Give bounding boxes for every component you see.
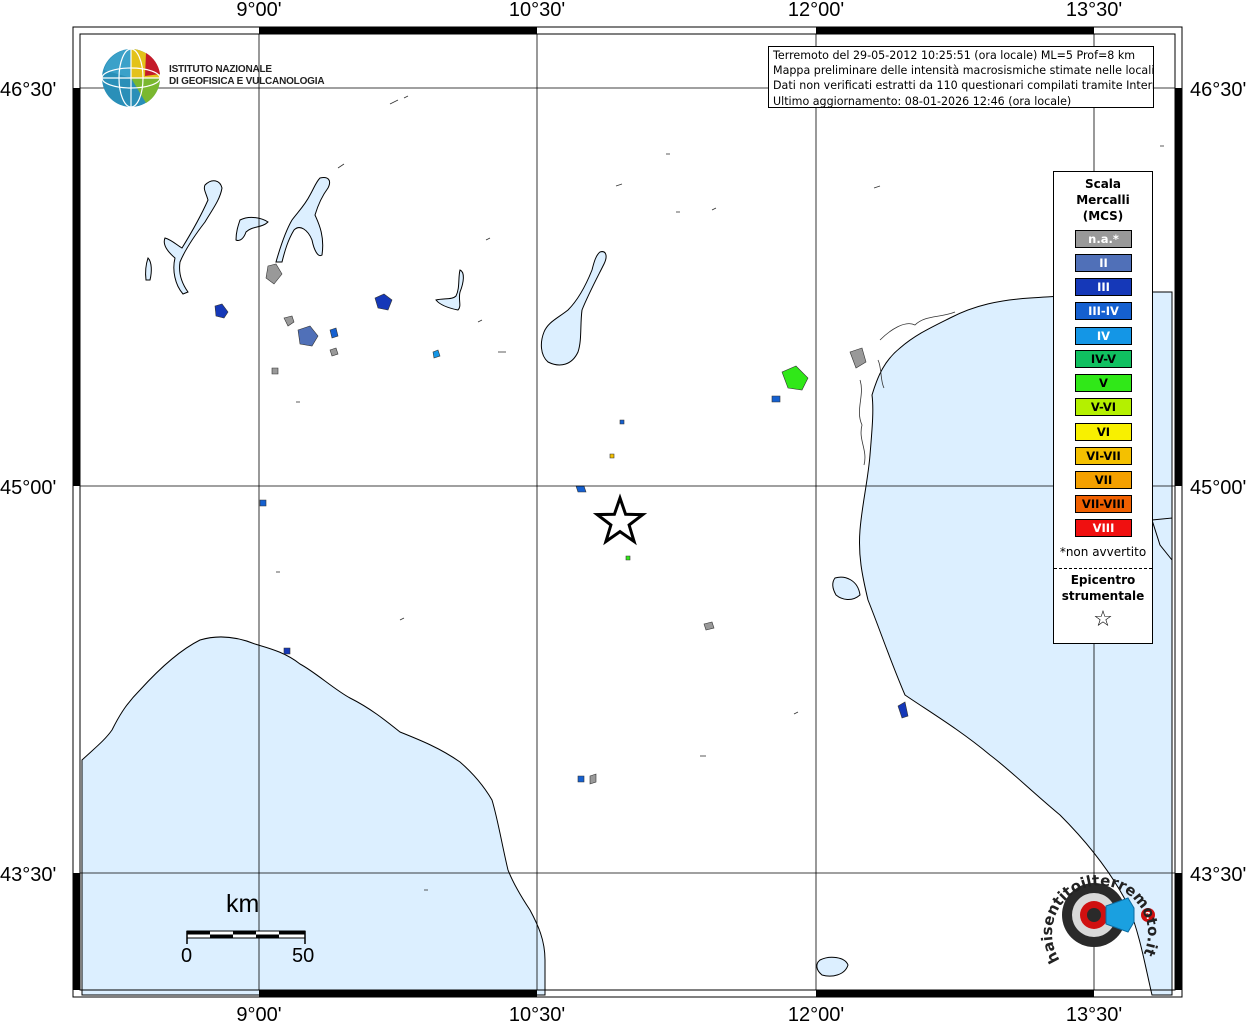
- lake-lugano: [235, 216, 269, 241]
- lat-label-left: 45°00': [0, 477, 56, 499]
- legend-divider: [1054, 568, 1152, 569]
- info-line2: Mappa preliminare delle intensità macros…: [773, 64, 1154, 78]
- lon-label-bottom: 9°00': [236, 1004, 281, 1024]
- small-lake-1: [816, 956, 849, 977]
- lake-iseo: [435, 269, 464, 311]
- legend-class-box: IV-V: [1075, 350, 1132, 368]
- ingv-logo-text: ISTITUTO NAZIONALE DI GEOFISICA E VULCAN…: [169, 64, 325, 88]
- mcs-legend: Scala Mercalli (MCS) n.a.* II III III-IV…: [1053, 171, 1153, 644]
- scale-unit: km: [226, 890, 260, 918]
- scale-max-label: 50: [292, 945, 315, 967]
- legend-class-box: V: [1075, 374, 1132, 392]
- info-line1: Terremoto del 29-05-2012 10:25:51 (ora l…: [773, 49, 1136, 62]
- ingv-logo-line1: ISTITUTO NAZIONALE: [169, 64, 272, 75]
- legend-title-line1: Scala: [1084, 177, 1122, 191]
- legend-class-box: IV: [1075, 327, 1132, 345]
- legend-class-box: VII-VIII: [1075, 495, 1132, 513]
- legend-class-box: III: [1075, 278, 1132, 296]
- lon-label-top: 13°30': [1066, 0, 1122, 21]
- info-line3: Dati non verificati estratti da 110 ques…: [773, 79, 1154, 93]
- lat-label-left: 43°30': [0, 864, 56, 886]
- lat-label-right: 45°00': [1190, 477, 1246, 499]
- legend-class-box: VI-VII: [1075, 447, 1132, 465]
- legend-title-line3: (MCS): [1082, 209, 1124, 223]
- star-icon: ☆: [1093, 607, 1113, 632]
- info-line4: Ultimo aggiornamento: 08-01-2026 12:46 (…: [773, 94, 1072, 108]
- lon-label-bottom: 13°30': [1066, 1004, 1122, 1024]
- legend-class-box: VI: [1075, 423, 1132, 441]
- legend-class-box: VIII: [1075, 519, 1132, 537]
- epicentre-star-icon: [592, 493, 648, 546]
- legend-epicentre-line1: Epicentro: [1070, 573, 1136, 587]
- lat-label-right: 43°30': [1190, 864, 1246, 886]
- lat-label-left: 46°30': [0, 79, 56, 101]
- legend-note: *non avvertito: [1059, 545, 1147, 559]
- legend-class-box: V-VI: [1075, 398, 1132, 416]
- lon-label-bottom: 12°00': [788, 1004, 844, 1024]
- legend-class-box: II: [1075, 254, 1132, 272]
- legend-epicentre-line2: strumentale: [1061, 589, 1145, 603]
- small-lake-3: [145, 257, 152, 281]
- legend-class-box: III-IV: [1075, 302, 1132, 320]
- lon-label-bottom: 10°30': [509, 1004, 565, 1024]
- lake-maggiore: [163, 180, 223, 295]
- legend-title-line2: Mercalli: [1076, 193, 1130, 207]
- globe-icon: [101, 48, 161, 108]
- lon-label-top: 10°30': [509, 0, 565, 21]
- lon-label-top: 9°00': [236, 0, 281, 21]
- tyrrhenian-sea: [81, 636, 546, 996]
- lake-garda: [540, 251, 607, 366]
- ingv-logo-line2: DI GEOFISICA E VULCANOLOGIA: [169, 76, 325, 87]
- lat-label-right: 46°30': [1190, 79, 1246, 101]
- legend-class-box: n.a.*: [1075, 230, 1132, 248]
- legend-epicentre-label: Epicentro strumentale: [1054, 572, 1152, 604]
- lon-label-top: 12°00': [788, 0, 844, 21]
- legend-class-box: VII: [1075, 471, 1132, 489]
- small-lake-2: [832, 576, 861, 600]
- earthquake-info-box: Terremoto del 29-05-2012 10:25:51 (ora l…: [768, 46, 1154, 108]
- scale-min-label: 0: [181, 945, 193, 967]
- lake-como: [275, 177, 331, 263]
- legend-title: Scala Mercalli (MCS): [1054, 176, 1152, 224]
